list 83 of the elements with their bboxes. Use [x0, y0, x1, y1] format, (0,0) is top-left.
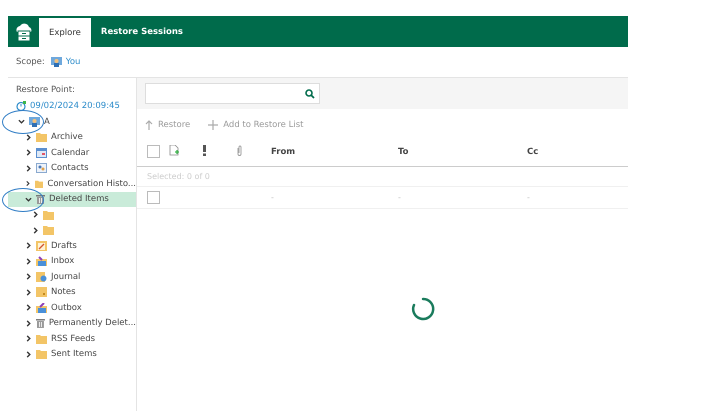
tree-item-label: Contacts — [51, 163, 88, 174]
folder-icon — [43, 225, 54, 236]
column-header[interactable]: From — [271, 146, 296, 156]
chevron-right-icon[interactable] — [25, 304, 32, 312]
chevron-right-icon[interactable] — [25, 350, 32, 358]
outbox-icon — [36, 302, 47, 313]
tree-item[interactable]: Calendar — [8, 145, 136, 160]
table-cell: - — [527, 193, 530, 202]
new-item-icon — [169, 144, 179, 156]
folder-icon — [34, 178, 44, 189]
chevron-right-icon[interactable] — [25, 180, 31, 188]
tree-item[interactable]: RSS Feeds — [8, 331, 136, 346]
scope-label: Scope: — [16, 57, 45, 67]
tree-item[interactable]: Conversation Histo... — [8, 176, 136, 192]
tree-item[interactable]: Archive — [8, 130, 136, 145]
tree-item[interactable]: Deleted Items — [8, 192, 136, 207]
tree-item[interactable]: Notes — [8, 284, 136, 300]
chevron-right-icon[interactable] — [32, 226, 39, 234]
arrow-up-icon — [145, 120, 153, 130]
chevron-right-icon[interactable] — [25, 164, 32, 172]
chevron-down-icon[interactable] — [18, 118, 25, 126]
tree-item-label: Inbox — [51, 256, 74, 266]
folder-icon — [43, 210, 54, 220]
mailbox-icon — [50, 57, 62, 67]
search-icon[interactable] — [305, 88, 315, 98]
mailbox-icon — [29, 116, 40, 127]
tree-item[interactable]: Outbox — [8, 300, 136, 316]
tree-item[interactable]: Sent Items — [8, 346, 136, 362]
restore-point-label: Restore Point: — [15, 84, 76, 97]
folder-icon — [36, 334, 47, 344]
tab[interactable]: Explore — [39, 18, 91, 47]
tree-item-label: Calendar — [51, 148, 90, 158]
trash-icon — [36, 318, 45, 328]
chevron-right-icon[interactable] — [25, 258, 32, 265]
tree-item-label: Notes — [51, 287, 76, 298]
search-field[interactable] — [145, 83, 320, 104]
select-all-checkbox[interactable] — [147, 145, 160, 158]
chevron-right-icon[interactable] — [25, 242, 32, 250]
chevron-right-icon[interactable] — [25, 335, 32, 342]
tree-item-label: Deleted Items — [49, 194, 109, 204]
tree-item-label: Drafts — [51, 240, 77, 251]
clock-icon — [16, 101, 26, 111]
chevron-right-icon[interactable] — [25, 134, 32, 141]
drafts-icon — [36, 240, 47, 251]
tree-item-label: Archive — [51, 132, 83, 142]
tree-item-label: Outbox — [51, 302, 82, 313]
chevron-right-icon[interactable] — [25, 288, 32, 296]
chevron-right-icon[interactable] — [25, 149, 32, 156]
chevron-right-icon[interactable] — [32, 211, 39, 218]
table-cell: - — [398, 193, 401, 202]
table-cell: - — [271, 193, 274, 202]
folder-icon — [36, 132, 47, 142]
tree-item-label: Conversation Histo... — [47, 178, 136, 189]
inbox-icon — [36, 256, 47, 266]
chevron-right-icon[interactable] — [25, 273, 32, 280]
row-checkbox[interactable] — [147, 191, 160, 204]
restore-point-link[interactable]: 09/02/2024 20:09:45 — [30, 101, 120, 111]
tree-item-label: Sent Items — [51, 349, 97, 360]
tree-item-label: Journal — [51, 272, 80, 282]
note-icon — [36, 287, 47, 298]
tree-item[interactable]: A — [8, 114, 136, 130]
tree-item[interactable]: Permanently Delet... — [8, 316, 136, 331]
tree-item[interactable]: Inbox — [8, 254, 136, 269]
chevron-right-icon[interactable] — [25, 320, 32, 327]
calendar-icon — [36, 148, 47, 158]
tree-item[interactable]: Journal — [8, 269, 136, 284]
chevron-down-icon[interactable] — [25, 196, 32, 203]
scope-link[interactable]: You — [66, 57, 80, 67]
tree-item[interactable]: Contacts — [8, 160, 136, 176]
exclamation-icon — [203, 144, 206, 156]
column-header[interactable]: Cc — [527, 146, 538, 156]
plus-icon — [208, 120, 218, 130]
tree-item-label: RSS Feeds — [51, 334, 96, 344]
paperclip-icon — [237, 144, 242, 156]
trash-icon — [36, 194, 45, 204]
column-header[interactable]: To — [398, 146, 409, 156]
tree-item-label: Permanently Delet... — [48, 318, 136, 328]
tab[interactable]: Restore Sessions — [90, 16, 193, 47]
tree-item-label: A — [44, 116, 50, 127]
contacts-icon — [36, 163, 47, 174]
folder-icon — [36, 349, 47, 360]
journal-icon — [36, 272, 47, 282]
tree-item[interactable]: Drafts — [8, 238, 136, 254]
